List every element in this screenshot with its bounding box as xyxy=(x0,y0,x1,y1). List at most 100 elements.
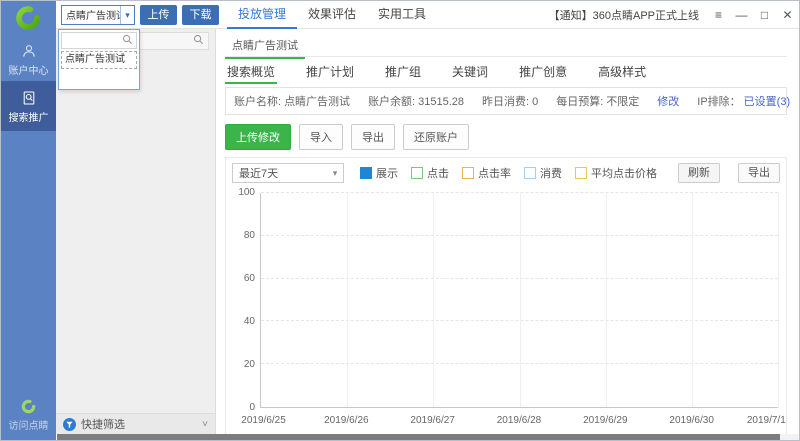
x-axis-tick-label: 2019/6/30 xyxy=(669,415,714,426)
action-buttons: 上传修改 导入 导出 还原账户 xyxy=(225,124,787,150)
checkbox-checked-icon xyxy=(360,167,372,179)
maximize-icon[interactable]: □ xyxy=(753,1,776,29)
x-axis-tick-label: 2019/6/29 xyxy=(583,415,628,426)
search-icon xyxy=(193,34,208,48)
account-selector-value: 点睛广告测试 xyxy=(62,7,120,22)
tab-search-overview[interactable]: 搜索概览 xyxy=(225,57,277,84)
checkbox-icon xyxy=(524,167,536,179)
titlebar-right: 【通知】360点睛APP正式上线 ≡ — □ ✕ xyxy=(549,1,799,29)
metric-checkbox-clicks[interactable]: 点击 xyxy=(411,165,449,181)
sidebar: 账户中心 搜索推广 访问点睛 xyxy=(1,1,56,440)
y-axis-tick-label: 40 xyxy=(244,317,255,327)
metric-checkbox-avg-cpc[interactable]: 平均点击价格 xyxy=(575,165,657,181)
document-search-icon xyxy=(1,90,56,106)
sidebar-item-search-promotion[interactable]: 搜索推广 xyxy=(1,81,56,131)
sidebar-item-label: 搜索推广 xyxy=(9,113,49,124)
menu-tab-delivery-management[interactable]: 投放管理 xyxy=(227,1,297,29)
metric-checkbox-ctr[interactable]: 点击率 xyxy=(462,165,511,181)
checkbox-icon xyxy=(575,167,587,179)
account-tab-row: 点睛广告测试 xyxy=(225,31,787,57)
quick-filter-bar[interactable]: 快捷筛选 ˅ xyxy=(56,413,215,434)
ip-exclusion-link[interactable]: 已设置(3) xyxy=(744,96,790,108)
restore-account-button[interactable]: 还原账户 xyxy=(403,124,469,150)
account-name: 账户名称:点睛广告测试 xyxy=(234,93,350,109)
dropdown-option-account[interactable]: 点睛广告测试 xyxy=(61,51,137,69)
chart-x-axis: 2019/6/252019/6/262019/6/272019/6/282019… xyxy=(260,415,778,427)
ip-exclusion: IP排除：已设置(3) xyxy=(697,93,790,109)
y-axis-tick-label: 60 xyxy=(244,274,255,284)
chevron-down-icon: ▾ xyxy=(327,168,343,179)
modify-budget-link[interactable]: 修改 xyxy=(657,93,679,109)
tab-promotion-creative[interactable]: 推广创意 xyxy=(517,57,569,84)
chart-panel: 最近7天 ▾ 展示 点击 点击率 xyxy=(225,157,787,441)
top-menu: 投放管理 效果评估 实用工具 xyxy=(227,1,437,29)
account-dropdown-panel: 点睛广告测试 xyxy=(58,29,140,90)
upload-modify-button[interactable]: 上传修改 xyxy=(225,124,291,150)
sidebar-item-account-center[interactable]: 账户中心 xyxy=(1,41,56,79)
tab-keywords[interactable]: 关键词 xyxy=(450,57,490,84)
chart-y-axis: 020406080100 xyxy=(232,193,258,408)
dianjing-logo-icon xyxy=(15,5,41,31)
metric-label: 展示 xyxy=(376,165,398,181)
refresh-button[interactable]: 刷新 xyxy=(678,163,720,183)
metric-label: 平均点击价格 xyxy=(591,165,657,181)
metric-checkboxes: 展示 点击 点击率 消费 xyxy=(360,165,670,181)
notification-link[interactable]: 【通知】360点睛APP正式上线 xyxy=(549,7,699,23)
export-button[interactable]: 导出 xyxy=(351,124,395,150)
minimize-icon[interactable]: — xyxy=(730,1,753,29)
date-range-select[interactable]: 最近7天 ▾ xyxy=(232,163,344,183)
v-gridline xyxy=(347,193,348,407)
chart-filter-row: 最近7天 ▾ 展示 点击 点击率 xyxy=(232,162,780,184)
daily-budget: 每日预算:不限定 xyxy=(556,93,639,109)
x-axis-tick-label: 2019/6/28 xyxy=(497,415,542,426)
sidebar-item-label: 账户中心 xyxy=(9,66,49,77)
close-icon[interactable]: ✕ xyxy=(776,1,799,29)
search-icon xyxy=(122,34,136,48)
metric-checkbox-impressions[interactable]: 展示 xyxy=(360,165,398,181)
main-content: 点睛广告测试 搜索概览 推广计划 推广组 关键词 推广创意 高级样式 账户名称:… xyxy=(217,29,799,434)
v-gridline xyxy=(520,193,521,407)
yesterday-spend: 昨日消费:0 xyxy=(482,93,538,109)
tab-advanced-style[interactable]: 高级样式 xyxy=(596,57,648,84)
y-axis-tick-label: 100 xyxy=(238,188,255,198)
tab-promotion-group[interactable]: 推广组 xyxy=(383,57,423,84)
filter-funnel-icon xyxy=(63,418,76,431)
v-gridline xyxy=(433,193,434,407)
title-bar: 点睛广告测试 ▾ 上传 下载 投放管理 效果评估 实用工具 【通知】360点睛A… xyxy=(56,1,799,29)
metric-label: 点击率 xyxy=(478,165,511,181)
app-menu-icon[interactable]: ≡ xyxy=(707,1,730,29)
date-range-value: 最近7天 xyxy=(233,165,327,181)
metric-label: 点击 xyxy=(427,165,449,181)
metric-checkbox-spend[interactable]: 消费 xyxy=(524,165,562,181)
dropdown-search[interactable] xyxy=(61,32,137,49)
section-tabs: 搜索概览 推广计划 推广组 关键词 推广创意 高级样式 xyxy=(225,57,787,84)
sidebar-item-visit-dianjing[interactable]: 访问点睛 xyxy=(1,399,56,432)
chevron-down-icon[interactable]: ▾ xyxy=(120,6,134,24)
account-tab[interactable]: 点睛广告测试 xyxy=(225,31,305,59)
v-gridline xyxy=(778,193,779,407)
menu-tab-effect-evaluation[interactable]: 效果评估 xyxy=(297,1,367,29)
v-gridline xyxy=(692,193,693,407)
download-button[interactable]: 下载 xyxy=(182,5,219,25)
menu-tab-utilities[interactable]: 实用工具 xyxy=(367,1,437,29)
y-axis-tick-label: 80 xyxy=(244,231,255,241)
v-gridline xyxy=(606,193,607,407)
chevron-down-icon[interactable]: ˅ xyxy=(202,419,208,430)
trend-chart: 020406080100 2019/6/252019/6/262019/6/27… xyxy=(232,188,780,436)
x-axis-tick-label: 2019/6/25 xyxy=(241,415,286,426)
tab-promotion-plan[interactable]: 推广计划 xyxy=(304,57,356,84)
dropdown-search-input[interactable] xyxy=(62,35,122,46)
account-selector[interactable]: 点睛广告测试 ▾ xyxy=(61,5,135,25)
quick-filter-label: 快捷筛选 xyxy=(81,416,125,432)
account-info-bar: 账户名称:点睛广告测试 账户余额:31515.28 昨日消费:0 每日预算:不限… xyxy=(225,87,787,115)
chart-plot xyxy=(260,193,778,408)
horizontal-scrollbar-thumb[interactable] xyxy=(57,434,780,440)
chart-export-button[interactable]: 导出 xyxy=(738,163,780,183)
account-balance: 账户余额:31515.28 xyxy=(368,93,464,109)
dianjing-logo-small-icon xyxy=(1,399,56,414)
x-axis-tick-label: 2019/7/1 xyxy=(747,415,786,426)
horizontal-scrollbar xyxy=(57,434,799,440)
upload-button[interactable]: 上传 xyxy=(140,5,177,25)
x-axis-tick-label: 2019/6/27 xyxy=(410,415,455,426)
import-button[interactable]: 导入 xyxy=(299,124,343,150)
